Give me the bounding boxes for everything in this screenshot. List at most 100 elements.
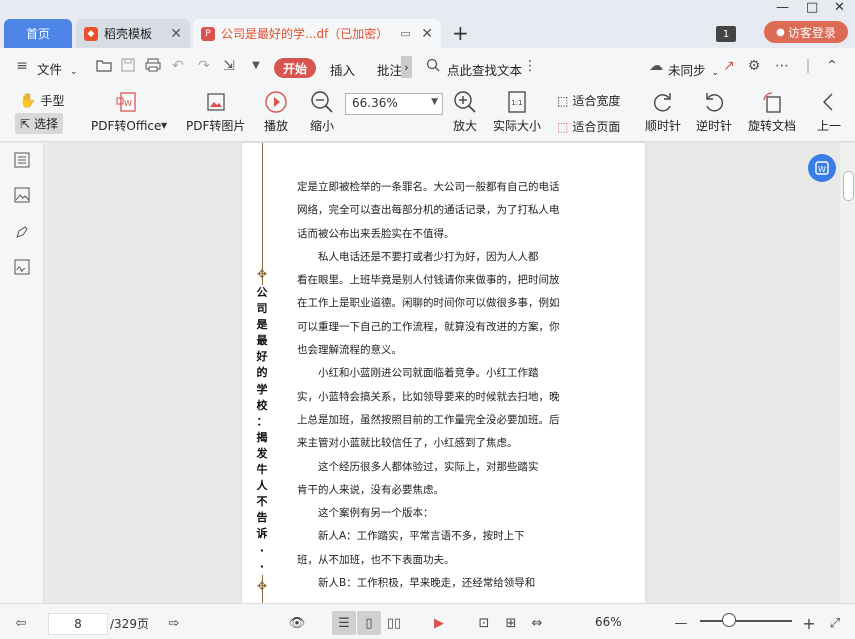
more-horizontal-icon[interactable]: ⋯ (774, 58, 790, 74)
fullscreen-icon[interactable]: ⤢ (826, 614, 844, 632)
zoom-out-button[interactable]: 缩小 (310, 90, 334, 134)
chevron-down-icon[interactable]: ▼ (161, 121, 167, 130)
quick-access-dropdown-icon[interactable]: ▼ (248, 58, 264, 74)
actual-size-status-icon[interactable]: ⊡ (475, 614, 493, 632)
text-line: 实，小蓝特会搞关系，比如领导要来的时候就去扫地，晚 (297, 390, 560, 403)
eye-protection-icon[interactable]: 👁 (288, 614, 306, 632)
current-page-input[interactable]: 8 (48, 613, 108, 635)
close-window-button[interactable]: ✕ (834, 0, 845, 15)
text-line: 上总是加班，虽然按照目前的工作量完全没必要加班。后 (297, 413, 560, 426)
menu-start-tab[interactable]: 开始 (274, 58, 316, 78)
search-icon[interactable] (425, 58, 441, 74)
zoom-level-select[interactable]: 66.36% ▼ (345, 93, 443, 115)
select-tool-button[interactable]: ⇱ 选择 (15, 113, 64, 134)
scrollbar-thumb[interactable] (843, 171, 854, 201)
vertical-title-char: 学 (256, 382, 268, 396)
zoom-in-icon (453, 90, 477, 114)
save-icon[interactable] (120, 58, 136, 74)
menu-annotate-tab[interactable]: 批注 (377, 60, 402, 79)
zoom-in-label: 放大 (453, 119, 478, 133)
sync-status[interactable]: 未同步 ⌄ (668, 60, 719, 79)
tab-document-close-icon[interactable]: ✕ (421, 26, 433, 42)
page-body-text: 定是立即被检举的一条罪名。大公司一般都有自己的电话 网络，完全可以查出每部分机的通… (297, 176, 569, 595)
collapse-ribbon-icon[interactable]: ⌃ (824, 58, 840, 74)
signature-icon[interactable] (13, 258, 31, 276)
export-pdf-icon[interactable]: ⇲ (221, 58, 237, 74)
undo-icon[interactable]: ↶ (170, 58, 186, 74)
minimize-button[interactable]: — (776, 0, 789, 15)
vertical-scrollbar[interactable] (840, 143, 855, 603)
tab-template[interactable]: ◆ 稻壳模板 ✕ (76, 19, 190, 48)
search-text-field[interactable]: 点此查找文本 (447, 60, 522, 79)
hamburger-menu-icon[interactable]: ≡ (14, 58, 30, 74)
fit-page-button[interactable]: ⬚ 适合页面 (557, 118, 620, 135)
vertical-title-char: 校 (256, 398, 268, 412)
text-line: 网络，完全可以查出每部分机的通话记录，为了打私人电 (297, 204, 560, 217)
previous-page-arrow-icon[interactable]: ⇦ (12, 614, 30, 632)
outline-list-icon[interactable] (13, 151, 31, 169)
tab-home[interactable]: 首页 (4, 19, 72, 48)
share-icon[interactable]: ↗ (721, 58, 737, 74)
zoom-slider-knob[interactable] (722, 613, 736, 627)
tab-template-close-icon[interactable]: ✕ (170, 26, 182, 42)
rotate-clockwise-button[interactable]: 顺时针 (645, 90, 681, 134)
fit-width-button[interactable]: ⬚ 适合宽度 (557, 92, 620, 109)
previous-page-button[interactable]: 上一 (817, 90, 841, 134)
open-folder-icon[interactable] (96, 58, 112, 74)
pdf-to-office-button[interactable]: W PDF转Office (91, 90, 161, 134)
annotation-pen-icon[interactable] (13, 223, 31, 241)
cloud-sync-icon[interactable]: ☁ (648, 58, 664, 74)
rotate-document-label: 旋转文档 (748, 119, 797, 133)
thumbnail-image-icon[interactable] (13, 186, 31, 204)
single-page-icon[interactable]: ▯ (360, 614, 378, 632)
window-count-badge[interactable]: 1 (716, 26, 736, 42)
play-slideshow-icon[interactable]: ▶ (430, 614, 448, 632)
menu-scroll-right-button[interactable]: › (401, 56, 412, 78)
pdf-to-office-label: PDF转Office (91, 119, 162, 133)
fit-page-icon: ⬚ (557, 119, 569, 134)
file-menu[interactable]: 文件 ⌄ (37, 59, 78, 78)
fit-width-status-icon[interactable]: ⇔ (528, 614, 546, 632)
settings-gear-icon[interactable]: ⚙ (746, 58, 762, 74)
zoom-slider-track[interactable] (700, 620, 792, 622)
ribbon-toolbar: ✋ 手型 ⇱ 选择 W PDF转Office ▼ PDF转图片 播放 缩小 66… (0, 86, 855, 142)
zoom-in-button[interactable]: 放大 (453, 90, 477, 134)
menu-insert-tab[interactable]: 插入 (330, 60, 355, 79)
print-icon[interactable] (145, 58, 161, 74)
floating-action-button[interactable]: W (808, 154, 836, 182)
rotate-counterclockwise-button[interactable]: 逆时针 (696, 90, 732, 134)
text-line: 新人B：工作积极，早来晚走，还经常给领导和 (318, 577, 536, 590)
fit-width-icon: ⬚ (557, 93, 569, 108)
fit-page-label: 适合页面 (572, 120, 621, 134)
continuous-scroll-icon[interactable]: ☰ (335, 614, 353, 632)
play-button[interactable]: 播放 (264, 90, 288, 134)
rotate-document-button[interactable]: 旋转文档 (748, 90, 796, 134)
convert-icon: W (815, 161, 829, 175)
text-line: 班，从不加班，也不下表面功夫。 (297, 553, 455, 566)
tab-document[interactable]: P 公司是最好的学...df（已加密） ▭ ✕ (193, 19, 441, 48)
zoom-in-plus-icon[interactable]: + (800, 614, 818, 633)
vertical-title-char: 好 (256, 350, 268, 364)
more-vertical-icon[interactable]: ⋮ (522, 58, 538, 74)
text-line: 新人A：工作踏实，平常言语不多，按时上下 (318, 530, 525, 543)
sync-status-label: 未同步 (668, 63, 706, 78)
new-tab-button[interactable]: + (452, 21, 469, 45)
two-page-icon[interactable]: ▯▯ (385, 614, 403, 632)
redo-icon[interactable]: ↷ (196, 58, 212, 74)
hand-tool-button[interactable]: ✋ 手型 (19, 92, 64, 109)
fit-page-status-icon[interactable]: ⊞ (502, 614, 520, 632)
actual-size-button[interactable]: 1:1 实际大小 (493, 90, 541, 134)
svg-text:1:1: 1:1 (511, 99, 522, 107)
left-side-panel (0, 143, 44, 603)
user-icon: ● (776, 26, 785, 38)
tab-bar: 首页 ◆ 稻壳模板 ✕ P 公司是最好的学...df（已加密） ▭ ✕ + 1 … (0, 0, 855, 48)
vertical-title-char: · (259, 543, 265, 557)
visitor-login-button[interactable]: ● 访客登录 (764, 21, 848, 43)
zoom-out-minus-icon[interactable]: — (672, 614, 690, 632)
maximize-button[interactable]: □ (806, 0, 818, 15)
pdf-to-image-button[interactable]: PDF转图片 (186, 90, 245, 134)
vertical-title-char: 是 (256, 318, 268, 332)
tab-window-icon[interactable]: ▭ (400, 27, 410, 40)
next-page-arrow-icon[interactable]: ⇨ (165, 614, 183, 632)
play-circle-icon (264, 90, 288, 114)
